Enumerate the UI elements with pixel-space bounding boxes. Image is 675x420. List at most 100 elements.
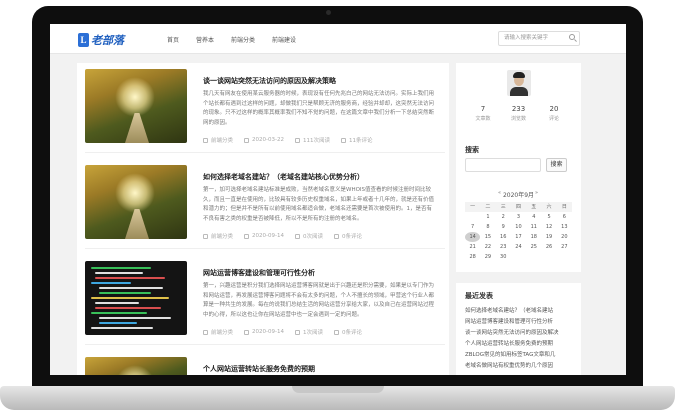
post-meta: 前端分类 2020-09-14 1次阅读 0条评论 bbox=[203, 328, 373, 336]
post-title[interactable]: 个人网站运营转站长服务免费的预期 bbox=[203, 364, 315, 374]
menu-item-frontend-build[interactable]: 前端建设 bbox=[272, 35, 296, 44]
post-meta: 前端分类 2020-09-14 0次阅读 0条评论 bbox=[203, 232, 373, 240]
stat-posts: 7 文章数 bbox=[466, 105, 500, 122]
calendar-weekday: 五 bbox=[526, 202, 542, 212]
post-comments[interactable]: 0条评论 bbox=[333, 328, 362, 336]
calendar-day[interactable]: 5 bbox=[541, 212, 556, 222]
post-title[interactable]: 如何选择老域名建站？（老域名建站核心优势分析） bbox=[203, 172, 364, 182]
calendar-weekday: 四 bbox=[510, 202, 527, 212]
recent-post-link[interactable]: 如何选择老域名建站？（老域名建站 bbox=[465, 306, 575, 317]
menu-item-home[interactable]: 首页 bbox=[167, 35, 179, 44]
post-views: 1次阅读 bbox=[294, 328, 323, 336]
calendar-next-month[interactable]: » bbox=[535, 190, 538, 196]
post-views-label: 0次阅读 bbox=[302, 234, 323, 240]
calendar-day[interactable]: 17 bbox=[511, 232, 526, 242]
calendar-day[interactable]: 29 bbox=[480, 252, 495, 262]
post-date: 2020-03-22 bbox=[244, 136, 284, 144]
calendar-day[interactable]: 2 bbox=[496, 212, 511, 222]
calendar-day[interactable]: 30 bbox=[496, 252, 511, 262]
post-category[interactable]: 前端分类 bbox=[203, 232, 233, 240]
eye-icon bbox=[294, 137, 300, 143]
menu-item-frontend-category[interactable]: 前端分类 bbox=[231, 35, 255, 44]
post-date-label: 2020-09-14 bbox=[252, 329, 284, 335]
site-logo[interactable]: L 老部落 bbox=[78, 32, 124, 48]
calendar-day[interactable]: 13 bbox=[557, 222, 572, 232]
calendar-day[interactable]: 16 bbox=[496, 232, 511, 242]
post-comments[interactable]: 0条评论 bbox=[333, 232, 362, 240]
post-category[interactable]: 前端分类 bbox=[203, 136, 233, 144]
calendar-day[interactable]: 1 bbox=[480, 212, 495, 222]
top-nav: L 老部落 首页 营养本 前端分类 前端建设 请输入搜索关键字 bbox=[50, 24, 626, 54]
stat-comments-label: 评论 bbox=[548, 116, 559, 122]
calendar-month: 2020年9月 bbox=[502, 192, 535, 199]
calendar-day[interactable]: 19 bbox=[541, 232, 556, 242]
calendar-day[interactable]: 23 bbox=[496, 242, 511, 252]
calendar-day[interactable]: 9 bbox=[496, 222, 511, 232]
post-comments[interactable]: 11条评论 bbox=[340, 136, 372, 144]
sidebar-search-button[interactable]: 搜索 bbox=[546, 158, 567, 172]
recent-post-link[interactable]: 个人网站运营转站长服务免费的预期 bbox=[465, 339, 575, 350]
post-title[interactable]: 网站运营博客建设和管理可行性分析 bbox=[203, 268, 315, 278]
comment-icon bbox=[333, 329, 339, 335]
stat-views-number: 233 bbox=[511, 105, 526, 113]
main-menu: 首页 营养本 前端分类 前端建设 bbox=[167, 35, 313, 44]
post-views: 0次阅读 bbox=[294, 232, 323, 240]
post-meta: 前端分类 2020-03-22 111次阅读 11条评论 bbox=[203, 136, 383, 144]
webcam bbox=[326, 10, 331, 15]
post-thumbnail[interactable] bbox=[85, 261, 187, 335]
post-category[interactable]: 前端分类 bbox=[203, 328, 233, 336]
calendar-day[interactable]: 20 bbox=[557, 232, 572, 242]
calendar-day[interactable]: 15 bbox=[480, 232, 495, 242]
calendar-day[interactable]: 28 bbox=[465, 252, 480, 262]
calendar-day[interactable]: 11 bbox=[526, 222, 541, 232]
calendar-weekday: 三 bbox=[495, 202, 511, 212]
calendar-day-today[interactable]: 14 bbox=[465, 232, 481, 242]
calendar-day[interactable]: 6 bbox=[557, 212, 572, 222]
post-excerpt: 第一，兴趣运营是积分我们选择网站运营博客网就是出于兴趣还是积分需要，如果是以专门… bbox=[203, 283, 435, 318]
recent-posts-list: 如何选择老域名建站？（老域名建站 网站运营博客建设和管理可行性分析 谈一谈网站突… bbox=[465, 306, 575, 372]
calendar-day[interactable]: 3 bbox=[511, 212, 526, 222]
post-excerpt: 我几天有网友在使用某云服务器的时候，表现设有任何先兆白己的网站无法访问。实际上我… bbox=[203, 91, 435, 126]
menu-item-notebook[interactable]: 营养本 bbox=[196, 35, 214, 44]
stat-posts-number: 7 bbox=[480, 105, 486, 113]
recent-post-link[interactable]: 谈一谈网站突然无法访问的原因及解决 bbox=[465, 328, 575, 339]
post-thumbnail[interactable] bbox=[85, 69, 187, 143]
calendar-day[interactable]: 10 bbox=[511, 222, 526, 232]
calendar-widget: « 2020年9月 » 一二三四五六日 1 2 3 4 5 6 7 8 9 10 11 12 13 14 15… bbox=[456, 182, 581, 272]
calendar-day[interactable]: 18 bbox=[526, 232, 541, 242]
recent-post-link[interactable]: 网站运营博客建设和管理可行性分析 bbox=[465, 317, 575, 328]
stat-views-label: 浏览数 bbox=[510, 116, 526, 122]
post-title[interactable]: 谈一谈网站突然无法访问的原因及解决策略 bbox=[203, 76, 336, 86]
calendar-day[interactable]: 12 bbox=[541, 222, 556, 232]
comment-icon bbox=[340, 137, 346, 143]
calendar-day[interactable]: 21 bbox=[465, 242, 480, 252]
calendar-day[interactable]: 7 bbox=[465, 222, 480, 232]
calendar-day[interactable]: 8 bbox=[480, 222, 495, 232]
calendar-day[interactable]: 22 bbox=[480, 242, 495, 252]
post-item: 谈一谈网站突然无法访问的原因及解决策略 我几天有网友在使用某云服务器的时候，表现… bbox=[85, 63, 445, 153]
recent-posts-widget: 最近发表 如何选择老域名建站？（老域名建站 网站运营博客建设和管理可行性分析 谈… bbox=[456, 283, 581, 375]
header-search-input[interactable]: 请输入搜索关键字 bbox=[498, 31, 580, 46]
post-item: 网站运营博客建设和管理可行性分析 第一，兴趣运营是积分我们选择网站运营博客网就是… bbox=[85, 255, 445, 345]
calendar-day[interactable]: 4 bbox=[526, 212, 541, 222]
post-excerpt: 第一，加可选择老域名建站标准是成败，当然老域名意义是WHOIS值查看的时候注册时… bbox=[203, 187, 435, 222]
calendar-day[interactable]: 26 bbox=[541, 242, 556, 252]
search-icon[interactable] bbox=[569, 34, 575, 40]
recent-post-link[interactable]: 老域名做网站有权重优势的几个原因 bbox=[465, 361, 575, 372]
sidebar-search-input[interactable] bbox=[465, 158, 541, 172]
avatar[interactable] bbox=[507, 70, 531, 96]
calendar-day bbox=[557, 252, 572, 262]
post-thumbnail[interactable] bbox=[85, 165, 187, 239]
clock-icon bbox=[244, 137, 250, 143]
calendar-weekday: 日 bbox=[556, 202, 572, 212]
post-item: 个人网站运营转站长服务免费的预期 bbox=[85, 351, 445, 375]
recent-post-link[interactable]: ZBLOG常见的如用标签TAG文章和几 bbox=[465, 350, 575, 361]
calendar-day[interactable]: 24 bbox=[511, 242, 526, 252]
calendar-day[interactable]: 27 bbox=[557, 242, 572, 252]
post-date-label: 2020-03-22 bbox=[252, 137, 284, 143]
stat-comments: 20 评论 bbox=[537, 105, 571, 122]
folder-icon bbox=[203, 137, 208, 143]
post-thumbnail[interactable] bbox=[85, 357, 187, 375]
logo-text: 老部落 bbox=[91, 35, 124, 47]
calendar-day[interactable]: 25 bbox=[526, 242, 541, 252]
